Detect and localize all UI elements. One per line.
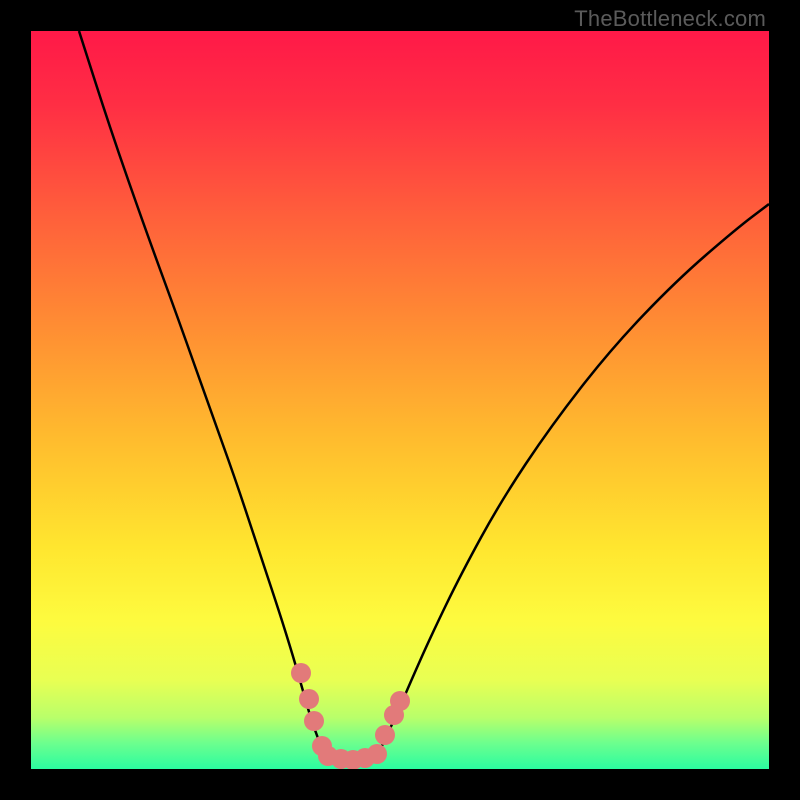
chart-frame: TheBottleneck.com bbox=[0, 0, 800, 800]
watermark-text: TheBottleneck.com bbox=[574, 6, 766, 32]
marker-dot bbox=[304, 711, 324, 731]
marker-dot bbox=[375, 725, 395, 745]
left-curve bbox=[79, 31, 325, 757]
marker-dot bbox=[390, 691, 410, 711]
marker-dot bbox=[291, 663, 311, 683]
curve-layer bbox=[31, 31, 769, 769]
marker-dot bbox=[367, 744, 387, 764]
marker-group bbox=[291, 663, 410, 769]
right-curve bbox=[377, 204, 769, 757]
marker-dot bbox=[299, 689, 319, 709]
plot-area bbox=[31, 31, 769, 769]
